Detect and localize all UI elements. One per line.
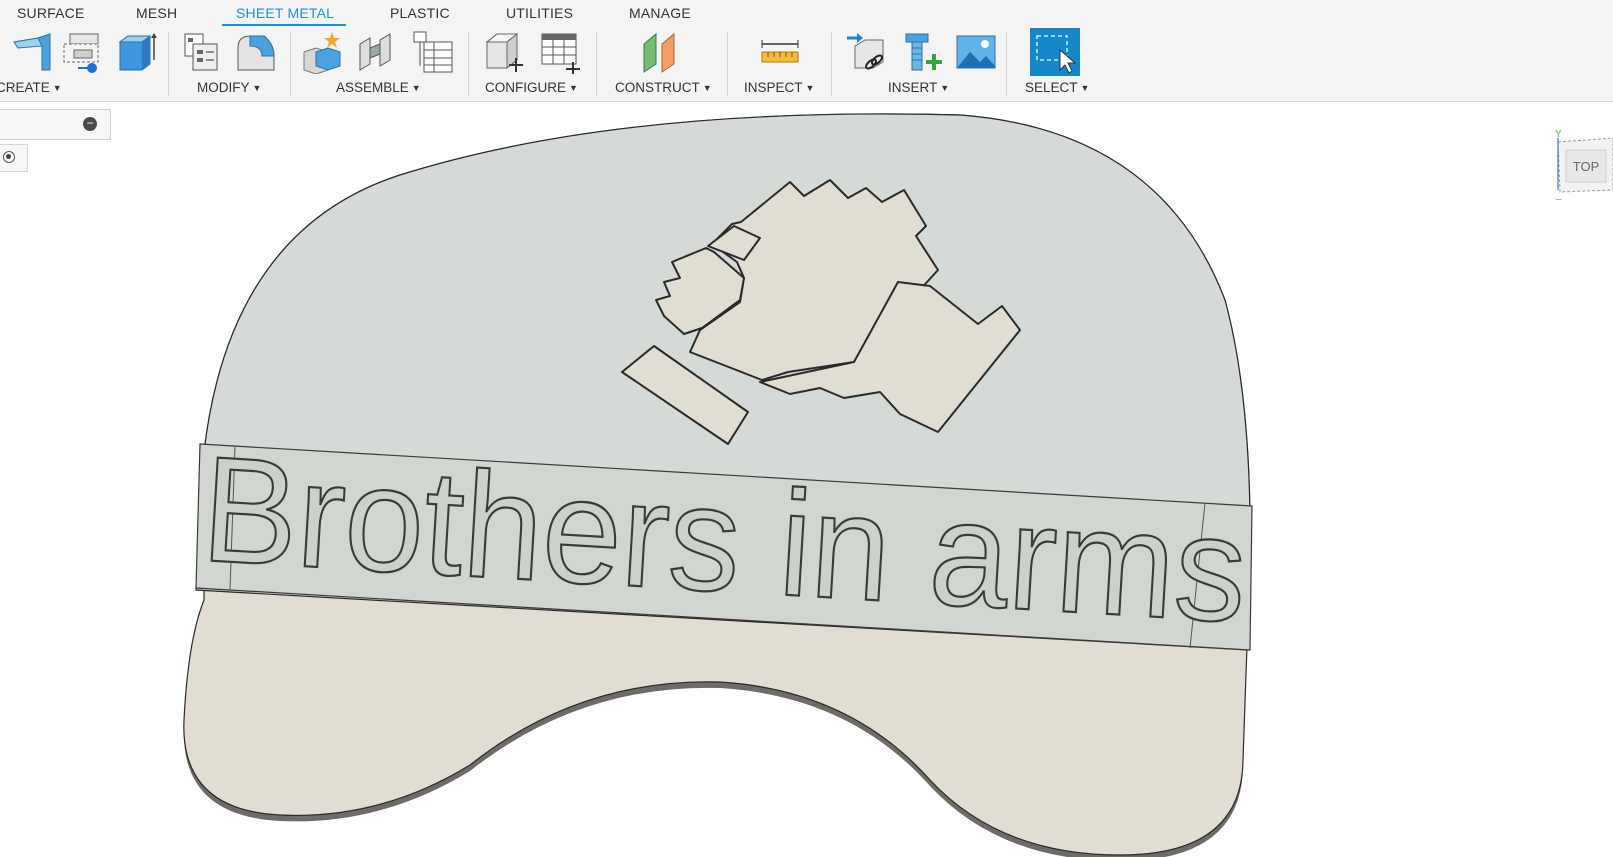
insert-menu[interactable]: INSERT ▼ (888, 80, 949, 95)
tab-utilities[interactable]: UTILITIES (506, 5, 573, 21)
insert-derive-icon[interactable] (845, 30, 889, 74)
tab-plastic[interactable]: PLASTIC (390, 5, 450, 21)
assemble-menu[interactable]: ASSEMBLE ▼ (336, 80, 421, 95)
toolbar-separator (1006, 32, 1007, 96)
extrude-icon[interactable] (116, 30, 160, 74)
insert-canvas-icon[interactable] (954, 30, 998, 74)
tab-manage[interactable]: MANAGE (629, 5, 691, 21)
configure-icon[interactable] (483, 30, 527, 74)
bend-icon[interactable] (234, 30, 278, 74)
toolbar-separator (727, 32, 728, 96)
offset-plane-icon[interactable] (640, 30, 684, 74)
toolbar-separator (596, 32, 597, 96)
convert-icon[interactable] (181, 30, 225, 74)
insert-mcmaster-icon[interactable] (900, 30, 944, 74)
modify-menu[interactable]: MODIFY ▼ (197, 80, 261, 95)
viewcube-top-label[interactable]: TOP (1573, 159, 1600, 174)
measure-icon[interactable] (758, 30, 802, 74)
toolbar-separator (831, 32, 832, 96)
viewcube[interactable]: TOP Y Z (1555, 130, 1613, 200)
3d-viewport[interactable]: Brothers in arms (0, 102, 1613, 857)
configure-menu[interactable]: CONFIGURE ▼ (485, 80, 578, 95)
toolbar-separator (290, 32, 291, 96)
configuration-table-icon[interactable] (538, 30, 582, 74)
toolbar-separator (168, 32, 169, 96)
tab-mesh[interactable]: MESH (136, 5, 177, 21)
new-component-icon[interactable] (300, 30, 344, 74)
bill-of-materials-icon[interactable] (410, 30, 454, 74)
tab-surface[interactable]: SURFACE (17, 5, 85, 21)
toolbar-separator (468, 32, 469, 96)
construct-menu[interactable]: CONSTRUCT ▼ (615, 80, 712, 95)
select-menu[interactable]: SELECT ▼ (1025, 80, 1089, 95)
create-menu[interactable]: CREATE ▼ (0, 80, 62, 95)
inspect-menu[interactable]: INSPECT ▼ (744, 80, 814, 95)
unfold-icon[interactable] (60, 30, 104, 74)
flange-icon[interactable] (10, 30, 54, 74)
ribbon-tabs: SURFACE MESH SHEET METAL PLASTIC UTILITI… (0, 0, 1613, 27)
joint-icon[interactable] (354, 30, 398, 74)
window-select-icon[interactable] (1030, 28, 1080, 76)
axis-z-label: Z (1555, 197, 1562, 200)
tab-sheet-metal[interactable]: SHEET METAL (236, 5, 334, 21)
